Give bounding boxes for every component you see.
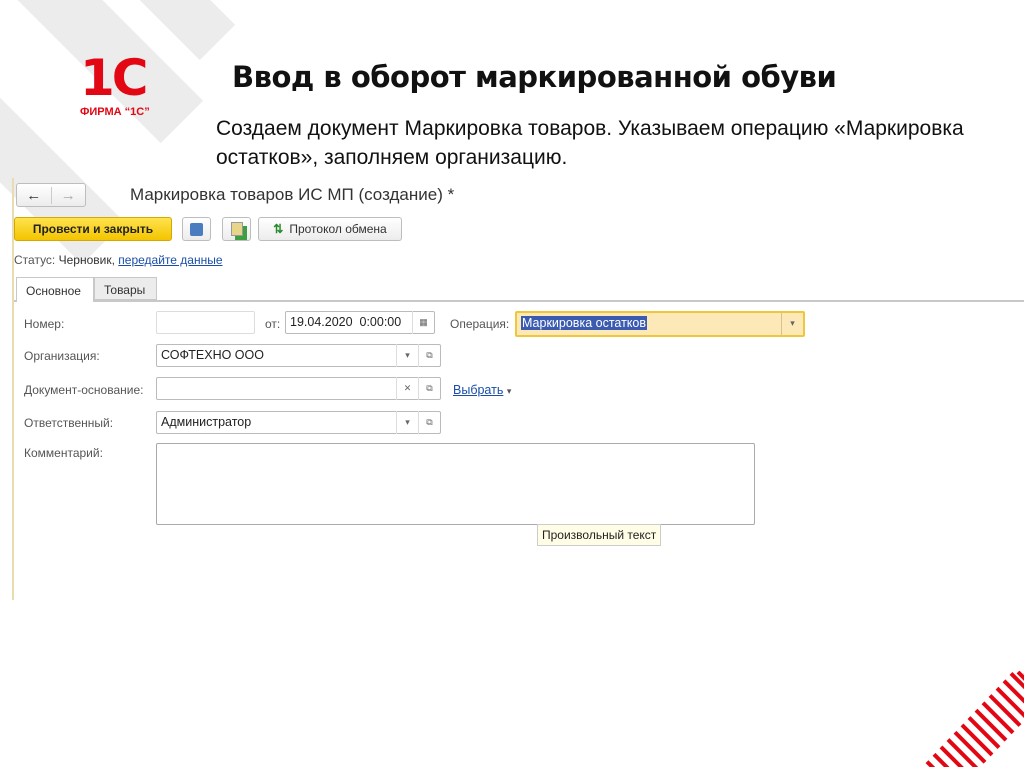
tab-main[interactable]: Основное (16, 277, 94, 302)
post-and-close-button[interactable]: Провести и закрыть (14, 217, 172, 241)
red-stripe (953, 730, 987, 764)
responsible-label: Ответственный: (24, 416, 114, 430)
report-button[interactable] (222, 217, 251, 241)
responsible-value: Администратор (161, 415, 252, 429)
select-link[interactable]: Выбрать ▾ (453, 383, 511, 397)
chevron-down-icon: ▾ (506, 386, 512, 396)
basis-document-field[interactable]: ✕ ⧉ (156, 377, 441, 400)
operation-value: Маркировка остатков (521, 316, 648, 330)
organization-value: СОФТЕХНО ООО (161, 348, 264, 362)
chevron-down-icon[interactable]: ▾ (396, 344, 418, 367)
save-icon (190, 222, 203, 236)
open-icon[interactable]: ⧉ (418, 411, 440, 434)
status-line: Статус: Черновик, передайте данные (14, 253, 223, 267)
logo-text: ФИРМА “1С” (80, 106, 150, 118)
form-window: ← → Маркировка товаров ИС МП (создание) … (12, 178, 1024, 600)
basis-document-label: Документ-основание: (24, 383, 144, 397)
logo-mark: 1С (80, 49, 148, 107)
status-label: Статус: (14, 253, 56, 267)
chevron-down-icon[interactable]: ▾ (781, 312, 803, 335)
exchange-log-button[interactable]: ⇅ Протокол обмена (258, 217, 402, 241)
date-field[interactable]: 19.04.2020 0:00:00 ▦ (285, 311, 435, 334)
number-field[interactable] (156, 311, 255, 334)
send-data-link[interactable]: передайте данные (118, 253, 222, 267)
responsible-field[interactable]: Администратор ▾ ⧉ (156, 411, 441, 434)
red-stripe (988, 694, 1022, 727)
exchange-arrows-icon: ⇅ (273, 222, 284, 236)
operation-label: Операция: (450, 317, 510, 331)
forward-button[interactable]: → (52, 187, 86, 204)
red-stripe (967, 716, 1001, 749)
logo-1c: 1С ФИРМА “1С” (80, 49, 170, 124)
exchange-log-label: Протокол обмена (289, 222, 387, 236)
save-button[interactable] (182, 217, 211, 241)
decor-red-stripes (925, 670, 1024, 767)
calendar-icon[interactable]: ▦ (412, 311, 434, 334)
date-label: от: (265, 317, 281, 331)
slide-subtitle: Создаем документ Маркировка товаров. Ука… (216, 117, 964, 169)
clear-icon[interactable]: ✕ (396, 377, 418, 400)
back-button[interactable]: ← (17, 186, 52, 204)
report-icon (230, 222, 243, 236)
tab-goods[interactable]: Товары (94, 277, 157, 300)
organization-label: Организация: (24, 349, 100, 363)
red-stripe (974, 708, 1008, 742)
organization-field[interactable]: СОФТЕХНО ООО ▾ ⧉ (156, 344, 441, 367)
nav-group: ← → (16, 183, 86, 207)
number-label: Номер: (24, 317, 65, 331)
tab-strip (14, 300, 1024, 302)
operation-field[interactable]: Маркировка остатков ▾ (515, 311, 805, 337)
red-stripe (960, 723, 994, 757)
open-icon[interactable]: ⧉ (418, 377, 440, 400)
comment-label: Комментарий: (24, 446, 103, 460)
date-value: 19.04.2020 0:00:00 (290, 315, 402, 329)
open-icon[interactable]: ⧉ (418, 344, 440, 367)
chevron-down-icon[interactable]: ▾ (396, 411, 418, 434)
select-link-label: Выбрать (453, 383, 504, 397)
red-stripe (981, 701, 1015, 735)
slide-title: Ввод в оборот маркированной обуви (232, 60, 837, 94)
status-value: Черновик, (58, 253, 115, 267)
comment-textarea[interactable] (156, 443, 755, 525)
tooltip: Произвольный текст (537, 524, 662, 546)
window-title: Маркировка товаров ИС МП (создание) * (130, 185, 455, 204)
